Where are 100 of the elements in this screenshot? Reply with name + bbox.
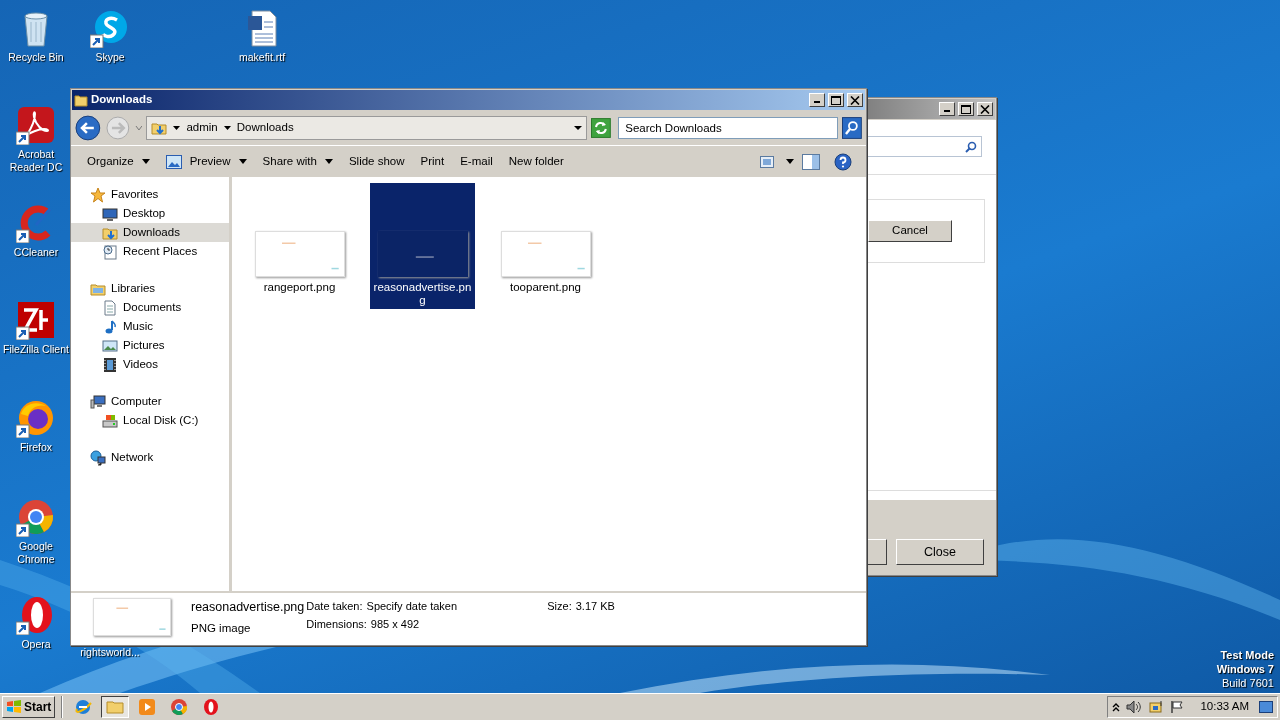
nav-item[interactable]: Favorites [71, 185, 229, 204]
icon-label[interactable]: CCleaner [13, 246, 59, 259]
icon-label[interactable]: rightsworld... [80, 646, 140, 659]
minimize-button[interactable] [809, 93, 825, 107]
media-player-icon [138, 698, 157, 716]
nav-item[interactable]: Libraries [71, 279, 229, 298]
os-notice: Windows 7 [1216, 662, 1274, 676]
skype-shortcut-icon[interactable] [90, 8, 130, 48]
file-name: reasonadvertise.png [191, 599, 305, 616]
back-button[interactable] [75, 115, 101, 141]
maximize-button[interactable] [828, 93, 844, 107]
icon-label[interactable]: Opera [21, 638, 51, 651]
file-item[interactable]: tooparent.png [493, 183, 598, 296]
toolbar-button[interactable]: Organize [79, 149, 158, 174]
caret-icon [141, 159, 150, 164]
toolbar-button[interactable]: Preview [157, 149, 255, 174]
toolbar-button[interactable]: Slide show [340, 149, 413, 174]
caret-icon[interactable] [223, 125, 231, 131]
nav-item[interactable]: Local Disk (C:) [71, 411, 229, 430]
nav-item[interactable]: Desktop [71, 204, 229, 223]
breadcrumb-item[interactable]: Downloads [236, 119, 294, 137]
flag-icon[interactable] [1170, 700, 1185, 714]
nav-item[interactable]: Network [71, 448, 229, 467]
drive-icon [102, 412, 118, 429]
detail-label: Size: [547, 599, 572, 614]
chrome-icon [170, 698, 189, 716]
help-button[interactable] [834, 152, 852, 171]
search-field[interactable]: Search Downloads [618, 117, 839, 139]
show-desktop-button[interactable] [1259, 701, 1273, 713]
refresh-button[interactable] [591, 118, 612, 138]
icon-label[interactable]: Acrobat Reader DC [2, 148, 70, 174]
start-button[interactable]: Start [2, 696, 56, 718]
recent-places-icon [102, 243, 118, 260]
breadcrumb-item[interactable]: admin [186, 119, 218, 137]
filezilla-shortcut-icon[interactable] [16, 300, 56, 340]
document-icon [102, 299, 118, 316]
detail-label: Date taken: [306, 599, 363, 614]
monitor-icon [102, 205, 118, 222]
network-icon [90, 449, 106, 466]
film-icon [102, 356, 118, 373]
detail-label: Dimensions: [306, 617, 367, 632]
file-item[interactable]: rangeport.png [247, 183, 352, 296]
close-button[interactable]: Close [896, 539, 984, 565]
preview-icon [165, 154, 182, 169]
dialog-button[interactable] [868, 539, 887, 565]
nav-item[interactable]: Computer [71, 392, 229, 411]
address-bar[interactable]: admin Downloads [146, 116, 588, 140]
speaker-icon[interactable] [1126, 700, 1143, 714]
clock[interactable]: 10:33 AM [1200, 698, 1249, 716]
minimize-icon [814, 101, 820, 103]
chrome-shortcut-icon[interactable] [16, 497, 56, 537]
icon-label[interactable]: Skype [95, 51, 125, 64]
pictures-icon [102, 337, 118, 354]
chevron-up-icon[interactable] [1112, 702, 1121, 712]
preview-pane-button[interactable] [802, 153, 820, 170]
minimize-icon [944, 110, 950, 112]
cancel-button[interactable]: Cancel [868, 220, 952, 242]
taskbar-app[interactable] [101, 696, 130, 718]
close-button[interactable] [847, 93, 863, 107]
search-button[interactable] [842, 117, 862, 139]
acrobat-shortcut-icon[interactable] [16, 105, 56, 145]
icon-label[interactable]: FileZilla Client [3, 343, 69, 356]
firefox-shortcut-icon[interactable] [16, 398, 56, 438]
file-type: PNG image [191, 620, 252, 636]
toolbar-button[interactable]: E-mail [452, 149, 501, 174]
nav-item[interactable]: Downloads [71, 223, 229, 242]
icon-label[interactable]: Google Chrome [2, 540, 70, 566]
icon-label[interactable]: Recycle Bin [8, 51, 64, 64]
detail-value: Specify date taken [366, 599, 458, 614]
close-icon [980, 104, 990, 114]
caret-icon[interactable] [173, 125, 181, 131]
detail-value: 985 x 492 [370, 617, 420, 632]
icon-label[interactable]: makefit.rtf [238, 51, 286, 64]
folder-icon [74, 93, 88, 107]
star-icon [90, 186, 106, 203]
nav-item[interactable]: Documents [71, 298, 229, 317]
nav-item[interactable]: Recent Places [71, 242, 229, 261]
toolbar-button[interactable]: New folder [500, 149, 572, 174]
toolbar-button[interactable]: Share with [254, 149, 341, 174]
opera-icon [202, 698, 221, 716]
os-notice: Build 7601 [1222, 676, 1274, 690]
search-icon [965, 140, 977, 153]
caret-icon [324, 159, 333, 164]
windows-logo-icon [6, 700, 22, 714]
dropdown-arrow-icon[interactable] [574, 125, 583, 131]
nav-item[interactable]: Music [71, 317, 229, 336]
search-field[interactable] [866, 136, 982, 157]
icon-label[interactable]: Firefox [19, 441, 53, 454]
window-title: Downloads [91, 92, 154, 108]
file-item[interactable]: reasonadvertise.png [370, 183, 475, 309]
folder-icon [151, 120, 168, 136]
nav-item[interactable]: Videos [71, 355, 229, 374]
browser-icon [74, 698, 93, 716]
close-icon [850, 95, 860, 105]
caret-icon [786, 159, 794, 164]
nav-item[interactable]: Pictures [71, 336, 229, 355]
caret-icon [238, 159, 247, 164]
network-icon[interactable] [1148, 700, 1165, 714]
toolbar-button[interactable]: Print [412, 149, 453, 174]
os-notice: Test Mode [1220, 648, 1274, 662]
